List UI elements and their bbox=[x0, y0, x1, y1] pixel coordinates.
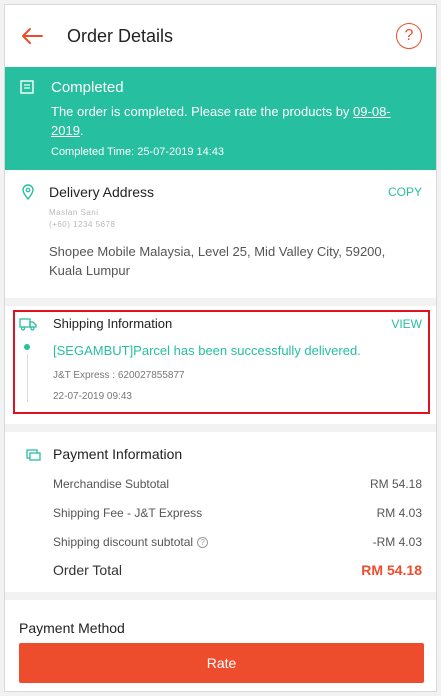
payment-row-label: Merchandise Subtotal bbox=[53, 477, 170, 491]
copy-address-button[interactable]: COPY bbox=[388, 185, 422, 199]
payment-row-label-wrap: Shipping discount subtotal? bbox=[53, 535, 209, 549]
payment-row-label: Shipping Fee - J&T Express bbox=[53, 506, 203, 520]
question-circle-icon[interactable]: ? bbox=[197, 537, 209, 549]
divider bbox=[5, 424, 436, 432]
payment-row: Merchandise Subtotal RM 54.18 bbox=[53, 477, 422, 491]
order-total-row: Order Total RM 54.18 bbox=[53, 562, 422, 578]
rate-button[interactable]: Rate bbox=[19, 643, 424, 683]
payment-method-heading: Payment Method bbox=[19, 620, 125, 636]
arrow-left-icon bbox=[22, 28, 43, 44]
receipt-icon bbox=[20, 80, 34, 94]
order-total-label: Order Total bbox=[53, 562, 122, 578]
payment-row: Shipping Fee - J&T Express RM 4.03 bbox=[53, 506, 422, 520]
divider bbox=[5, 592, 436, 600]
status-message: The order is completed. Please rate the … bbox=[51, 102, 422, 140]
divider bbox=[5, 298, 436, 306]
timeline-line bbox=[26, 354, 28, 402]
recipient-name: Maslan Sani bbox=[49, 208, 99, 217]
status-message-text: The order is completed. Please rate the … bbox=[51, 104, 354, 119]
payment-row-label: Shipping discount subtotal bbox=[53, 535, 194, 549]
page-title: Order Details bbox=[67, 25, 174, 46]
delivery-address-section: Delivery Address COPY Maslan Sani (+60) … bbox=[5, 170, 436, 298]
payment-row-value: -RM 4.03 bbox=[372, 535, 422, 549]
order-status-banner: Completed The order is completed. Please… bbox=[5, 67, 436, 170]
location-pin-icon bbox=[22, 184, 34, 200]
timeline-dot bbox=[24, 344, 30, 350]
highlight-box bbox=[13, 310, 430, 414]
status-title: Completed bbox=[51, 79, 124, 96]
question-circle-icon: ? bbox=[404, 27, 414, 44]
recipient-phone: (+60) 1234 5678 bbox=[49, 220, 116, 229]
delivery-address-text: Shopee Mobile Malaysia, Level 25, Mid Va… bbox=[49, 244, 386, 278]
payment-information-heading: Payment Information bbox=[53, 446, 183, 462]
shipping-information-section[interactable]: Shipping Information VIEW [SEGAMBUT]Parc… bbox=[5, 306, 436, 424]
payment-information-section: Payment Information Merchandise Subtotal… bbox=[5, 432, 436, 592]
status-message-end: . bbox=[79, 123, 84, 138]
top-bar: Order Details ? bbox=[5, 5, 436, 67]
completed-time: Completed Time: 25-07-2019 14:43 bbox=[51, 146, 225, 158]
back-button[interactable] bbox=[19, 23, 45, 49]
payment-row-value: RM 54.18 bbox=[369, 477, 422, 491]
app-frame: Order Details ? Completed The order is c… bbox=[4, 4, 437, 692]
order-total-value: RM 54.18 bbox=[361, 562, 422, 578]
payment-row-value: RM 4.03 bbox=[376, 506, 422, 520]
payment-row: Shipping discount subtotal? -RM 4.03 bbox=[53, 535, 422, 549]
help-button[interactable]: ? bbox=[396, 23, 422, 49]
payment-icon bbox=[26, 449, 41, 461]
truck-icon bbox=[19, 318, 37, 331]
delivery-address-heading: Delivery Address bbox=[49, 184, 155, 200]
